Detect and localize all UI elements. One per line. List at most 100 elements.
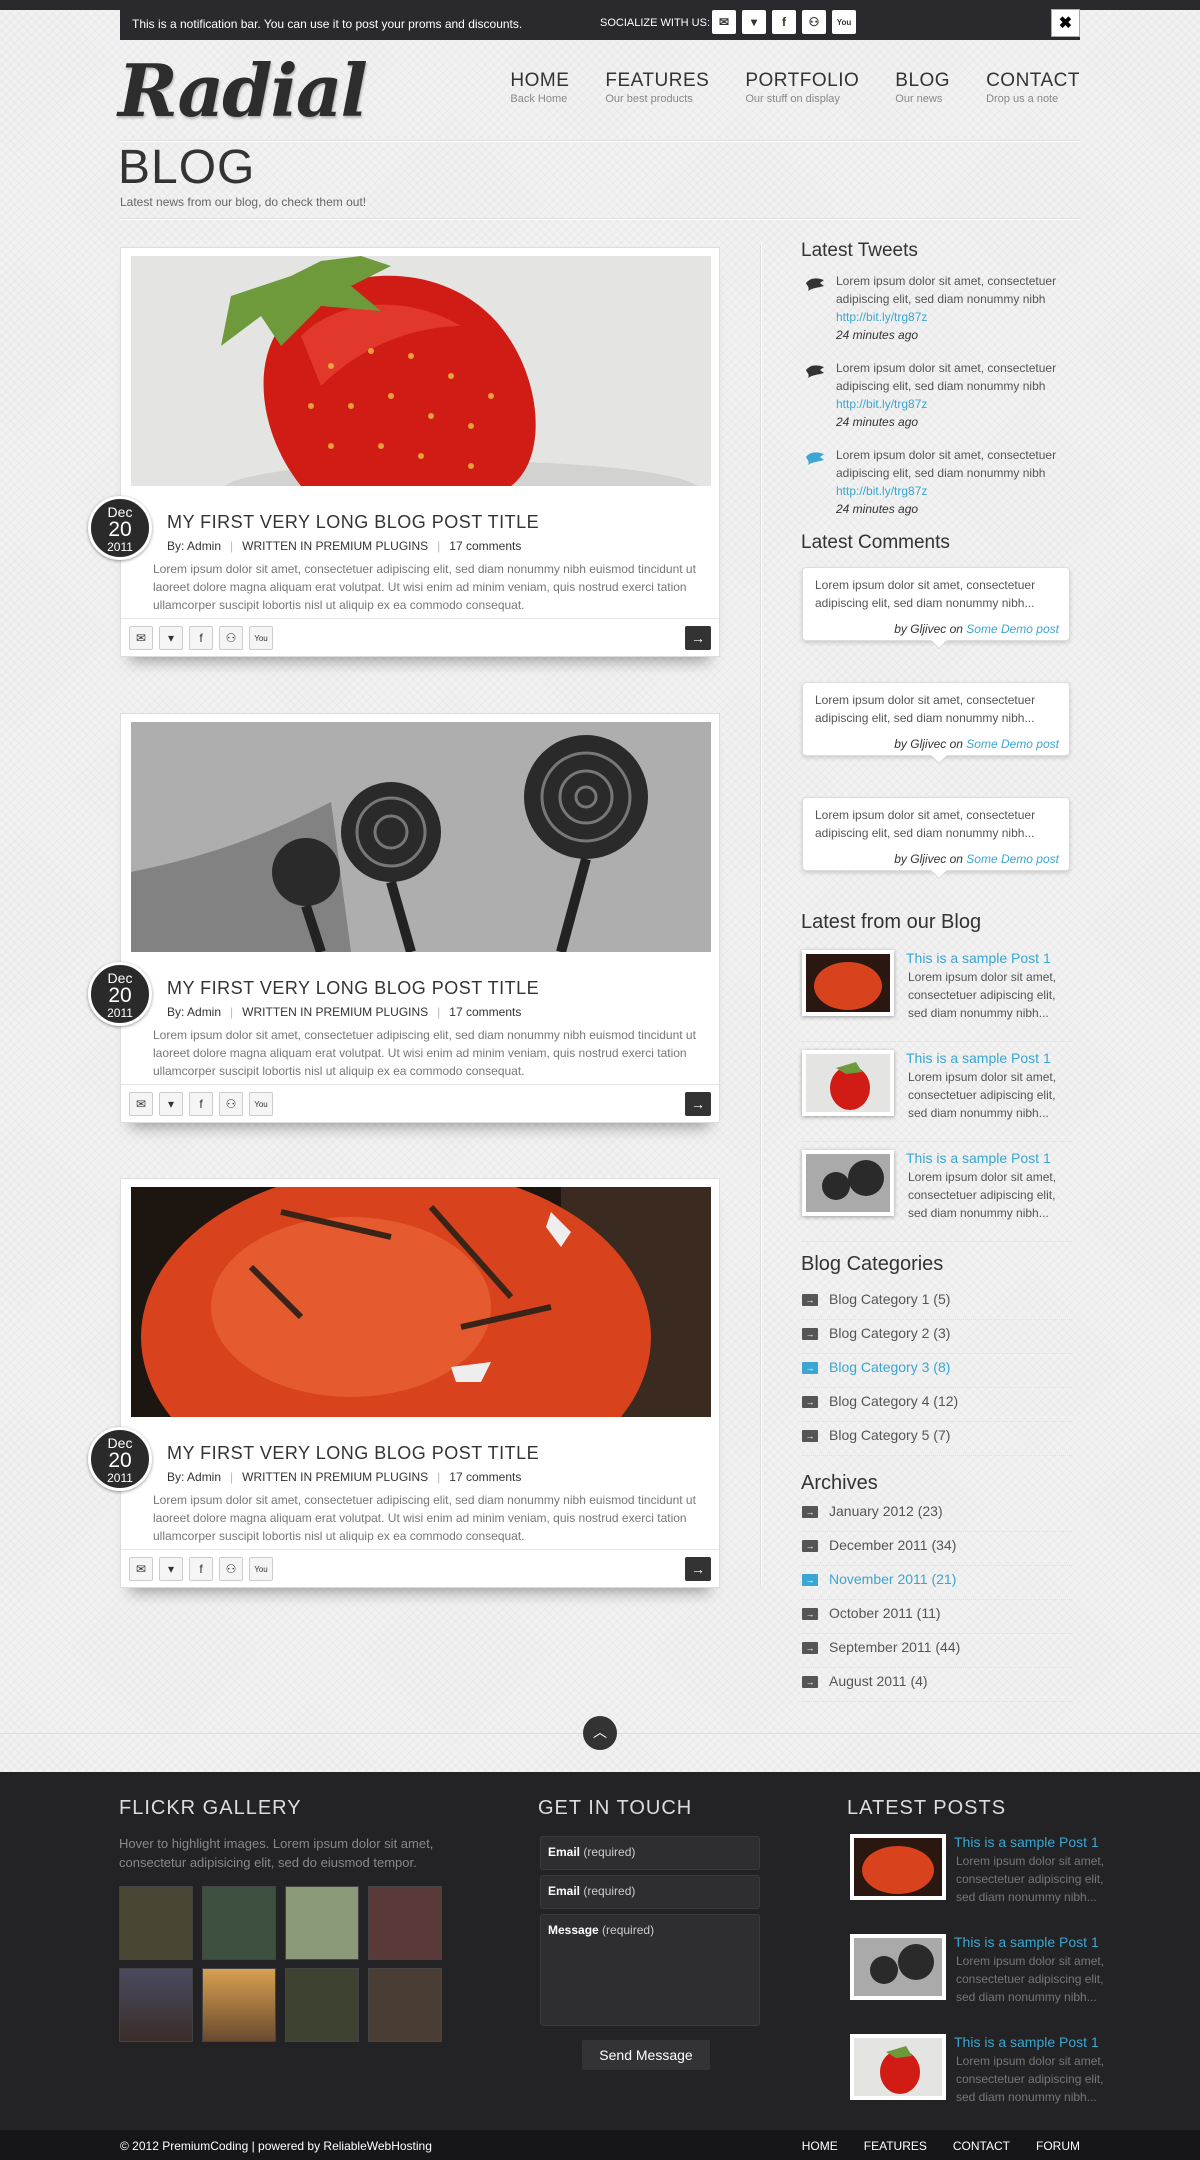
send-message-button[interactable]: Send Message [582,2040,710,2070]
nav-portfolio[interactable]: PORTFOLIO Our stuff on display [745,70,859,105]
read-more-arrow-icon[interactable]: → [685,1557,711,1581]
post-comments[interactable]: 17 comments [449,539,521,553]
comment-post-link[interactable]: Some Demo post [966,622,1059,636]
footer-link-features[interactable]: FEATURES [864,2139,927,2153]
youtube-icon[interactable]: You [249,1092,273,1116]
myspace-icon[interactable]: ⚇ [219,626,243,650]
footer-post-title[interactable]: This is a sample Post 1 [954,1934,1099,1950]
blog-post: Dec 20 2011 MY FIRST VERY LONG BLOG POST T… [88,1178,720,1588]
post-thumbnail[interactable] [850,2034,946,2100]
archive-link[interactable]: → August 2011 (4) [802,1668,1072,1702]
email-icon[interactable]: ✉ [712,10,736,34]
post-image-tomato[interactable] [131,1187,711,1417]
tweet-link[interactable]: http://bit.ly/trg87z [836,482,1072,500]
scroll-top-chevron-up-icon[interactable]: ︿ [583,1716,617,1750]
footer-post-title[interactable]: This is a sample Post 1 [954,2034,1099,2050]
latest-blog-title[interactable]: This is a sample Post 1 [906,1150,1051,1166]
close-notification-button[interactable]: ✖ [1051,9,1080,37]
category-link[interactable]: → Blog Category 4 (12) [802,1388,1072,1422]
latest-blog-title[interactable]: This is a sample Post 1 [906,950,1051,966]
nav-home[interactable]: HOME Back Home [510,70,569,105]
flickr-thumbnail[interactable] [119,1886,193,1960]
email-icon[interactable]: ✉ [129,1557,153,1581]
archive-link[interactable]: → November 2011 (21) [802,1566,1072,1600]
post-category[interactable]: WRITTEN IN PREMIUM PLUGINS [242,539,428,553]
category-link[interactable]: → Blog Category 5 (7) [802,1422,1072,1456]
post-category[interactable]: WRITTEN IN PREMIUM PLUGINS [242,1470,428,1484]
post-comments[interactable]: 17 comments [449,1005,521,1019]
email-icon[interactable]: ✉ [129,1092,153,1116]
post-image-strawberry[interactable] [131,256,711,486]
flickr-thumbnail[interactable] [285,1886,359,1960]
nav-blog[interactable]: BLOG Our news [895,70,950,105]
nav-features[interactable]: FEATURES Our best products [605,70,709,105]
post-title[interactable]: MY FIRST VERY LONG BLOG POST TITLE [167,978,539,999]
post-author[interactable]: By: Admin [167,1470,221,1484]
facebook-icon[interactable]: f [189,626,213,650]
flickr-thumbnail[interactable] [202,1968,276,2042]
youtube-icon[interactable]: You [249,1557,273,1581]
footer-link-forum[interactable]: FORUM [1036,2139,1080,2153]
read-more-arrow-icon[interactable]: → [685,626,711,650]
post-title[interactable]: MY FIRST VERY LONG BLOG POST TITLE [167,1443,539,1464]
read-more-arrow-icon[interactable]: → [685,1092,711,1116]
latest-blog-item[interactable]: This is a sample Post 1 Lorem ipsum dolo… [802,1150,1072,1242]
youtube-icon[interactable]: You [249,626,273,650]
twitter-icon[interactable]: ▾ [159,626,183,650]
flickr-heading: FLICKR GALLERY [119,1797,302,1819]
tweet-link[interactable]: http://bit.ly/trg87z [836,395,1072,413]
twitter-icon[interactable]: ▾ [159,1557,183,1581]
site-logo[interactable]: Radial [118,48,368,133]
flickr-thumbnail[interactable] [119,1968,193,2042]
post-image-roses[interactable] [131,722,711,952]
email-field[interactable]: Email (required) [540,1836,760,1870]
latest-blog-title[interactable]: This is a sample Post 1 [906,1050,1051,1066]
myspace-icon[interactable]: ⚇ [219,1092,243,1116]
flickr-thumbnail[interactable] [368,1968,442,2042]
latest-blog-item[interactable]: This is a sample Post 1 Lorem ipsum dolo… [802,1050,1072,1142]
facebook-icon[interactable]: f [189,1092,213,1116]
flickr-thumbnail[interactable] [368,1886,442,1960]
myspace-icon[interactable]: ⚇ [802,10,826,34]
post-comments[interactable]: 17 comments [449,1470,521,1484]
myspace-icon[interactable]: ⚇ [219,1557,243,1581]
youtube-icon[interactable]: You [832,10,856,34]
flickr-thumbnail[interactable] [202,1886,276,1960]
category-link[interactable]: → Blog Category 1 (5) [802,1286,1072,1320]
arrow-right-icon: → [802,1506,818,1518]
twitter-icon[interactable]: ▾ [159,1092,183,1116]
flickr-thumbnail[interactable] [285,1968,359,2042]
category-link[interactable]: → Blog Category 2 (3) [802,1320,1072,1354]
footer-link-contact[interactable]: CONTACT [953,2139,1010,2153]
facebook-icon[interactable]: f [189,1557,213,1581]
post-thumbnail[interactable] [802,1050,894,1116]
post-thumbnail[interactable] [850,1934,946,2000]
latest-blog-item[interactable]: This is a sample Post 1 Lorem ipsum dolo… [802,950,1072,1042]
tweet-link[interactable]: http://bit.ly/trg87z [836,308,1072,326]
category-link[interactable]: → Blog Category 3 (8) [802,1354,1072,1388]
email-field[interactable]: Email (required) [540,1875,760,1909]
twitter-bird-icon [806,278,824,291]
comment-text: Lorem ipsum dolor sit amet, consectetuer… [815,693,1036,725]
email-icon[interactable]: ✉ [129,626,153,650]
post-category[interactable]: WRITTEN IN PREMIUM PLUGINS [242,1005,428,1019]
archive-label: January 2012 (23) [829,1503,943,1519]
archive-link[interactable]: → December 2011 (34) [802,1532,1072,1566]
comment-post-link[interactable]: Some Demo post [966,737,1059,751]
nav-contact[interactable]: CONTACT Drop us a note [986,70,1080,105]
footer-post-title[interactable]: This is a sample Post 1 [954,1834,1099,1850]
post-author[interactable]: By: Admin [167,539,221,553]
comment-post-link[interactable]: Some Demo post [966,852,1059,866]
archive-link[interactable]: → October 2011 (11) [802,1600,1072,1634]
post-author[interactable]: By: Admin [167,1005,221,1019]
post-title[interactable]: MY FIRST VERY LONG BLOG POST TITLE [167,512,539,533]
archive-link[interactable]: → September 2011 (44) [802,1634,1072,1668]
message-field[interactable]: Message (required) [540,1914,760,2026]
post-thumbnail[interactable] [802,1150,894,1216]
footer-link-home[interactable]: HOME [802,2139,838,2153]
post-thumbnail[interactable] [850,1834,946,1900]
post-thumbnail[interactable] [802,950,894,1016]
archive-link[interactable]: → January 2012 (23) [802,1498,1072,1532]
twitter-icon[interactable]: ▾ [742,10,766,34]
facebook-icon[interactable]: f [772,10,796,34]
